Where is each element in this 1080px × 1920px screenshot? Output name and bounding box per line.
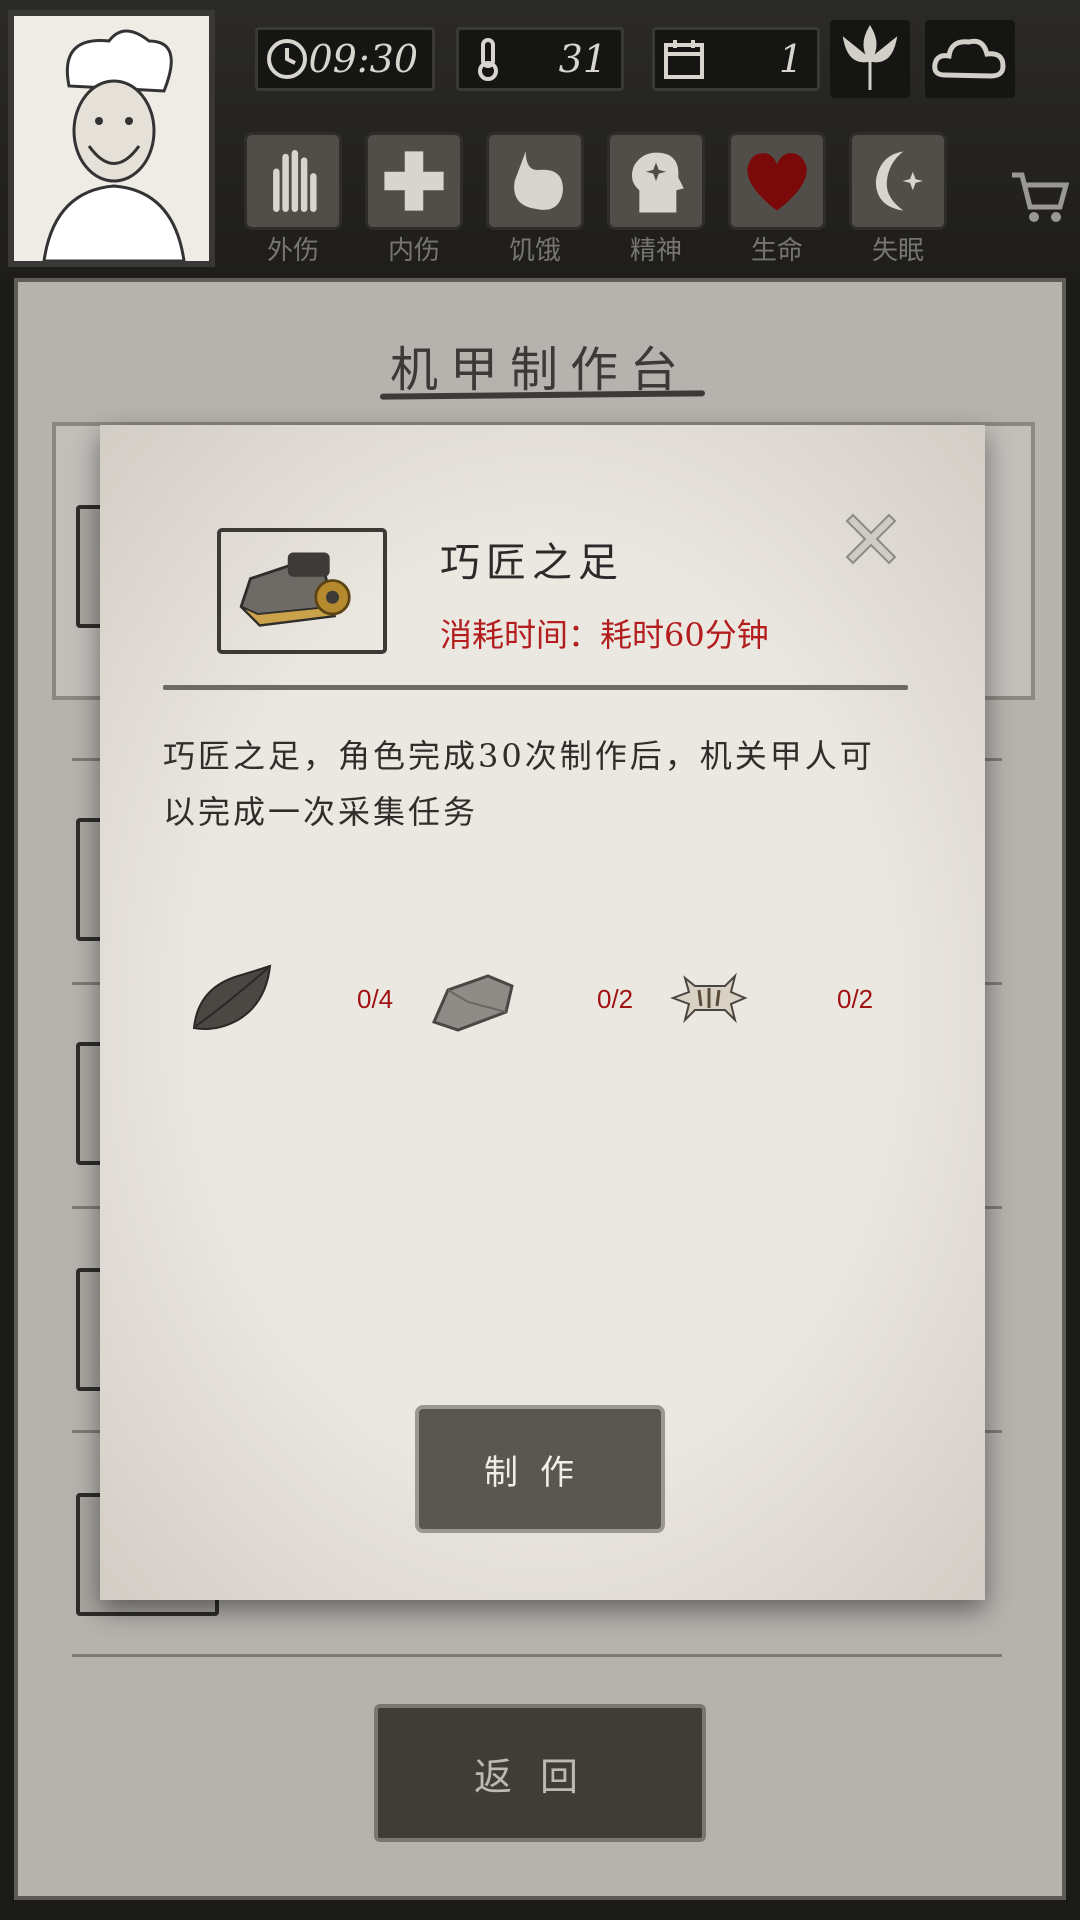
leaf-icon [188, 958, 278, 1038]
item-icon-frame [217, 528, 387, 654]
status-label-health: 生命 [750, 236, 803, 266]
temperature-value: 31 [558, 37, 607, 81]
dialog-divider [163, 685, 908, 690]
status-hunger[interactable]: 饥饿 [486, 132, 584, 267]
item-description: 巧匠之足，角色完成30次制作后，机关甲人可以完成一次采集任务 [163, 737, 875, 831]
status-label-hunger: 饥饿 [508, 236, 561, 266]
crafting-time: 消耗时间：耗时60分钟 [440, 616, 769, 654]
shopping-cart-icon [1012, 172, 1070, 222]
animal-hide-icon [665, 958, 755, 1038]
craft-button[interactable]: 制作 [415, 1405, 665, 1533]
stomach-icon [514, 151, 563, 210]
status-label-insomnia: 失眠 [871, 236, 924, 266]
shop-button[interactable] [1008, 165, 1070, 227]
calendar-icon [664, 40, 704, 79]
time-value: 09:30 [308, 37, 418, 81]
heart-icon [747, 153, 807, 211]
material-count: 0/4 [357, 984, 394, 1014]
clock-icon [267, 39, 307, 79]
day-display: 1 [652, 27, 820, 91]
cloud-icon [932, 38, 1006, 79]
panel-title: 机甲制作台 [389, 342, 690, 398]
hand-icon [273, 150, 317, 212]
cross-icon [384, 151, 444, 211]
material-count: 0/2 [837, 984, 874, 1014]
status-internal-injury[interactable]: 内伤 [365, 132, 463, 267]
leaf-season-icon [842, 25, 898, 90]
status-spirit[interactable]: 精神 [607, 132, 705, 267]
moon-star-icon [875, 151, 923, 211]
status-label-internal: 内伤 [387, 236, 440, 266]
material-count: 0/2 [597, 984, 634, 1014]
head-sparkle-icon [631, 152, 684, 213]
character-portrait[interactable] [8, 10, 215, 267]
close-button[interactable] [835, 503, 907, 575]
craftsman-foot-item-icon [239, 552, 351, 627]
temperature-display: 31 [456, 27, 624, 91]
status-health[interactable]: 生命 [728, 132, 826, 267]
list-divider [72, 1654, 1002, 1657]
chef-portrait-image [14, 16, 209, 263]
status-external-injury[interactable]: 外伤 [244, 132, 342, 267]
time-display: 09:30 [255, 27, 435, 91]
status-label-spirit: 精神 [629, 236, 682, 266]
thermometer-icon [478, 38, 498, 81]
back-button[interactable]: 返回 [374, 1704, 706, 1842]
day-value: 1 [778, 37, 803, 81]
status-bar: 外伤 内伤 饥饿 精神 生命 失眠 [244, 132, 947, 267]
close-icon [845, 513, 897, 565]
item-name: 巧匠之足 [440, 540, 624, 586]
season-indicator[interactable] [830, 20, 910, 98]
stone-icon [428, 962, 518, 1042]
status-insomnia[interactable]: 失眠 [849, 132, 947, 267]
weather-indicator[interactable] [925, 20, 1015, 98]
status-label-external: 外伤 [266, 236, 319, 266]
